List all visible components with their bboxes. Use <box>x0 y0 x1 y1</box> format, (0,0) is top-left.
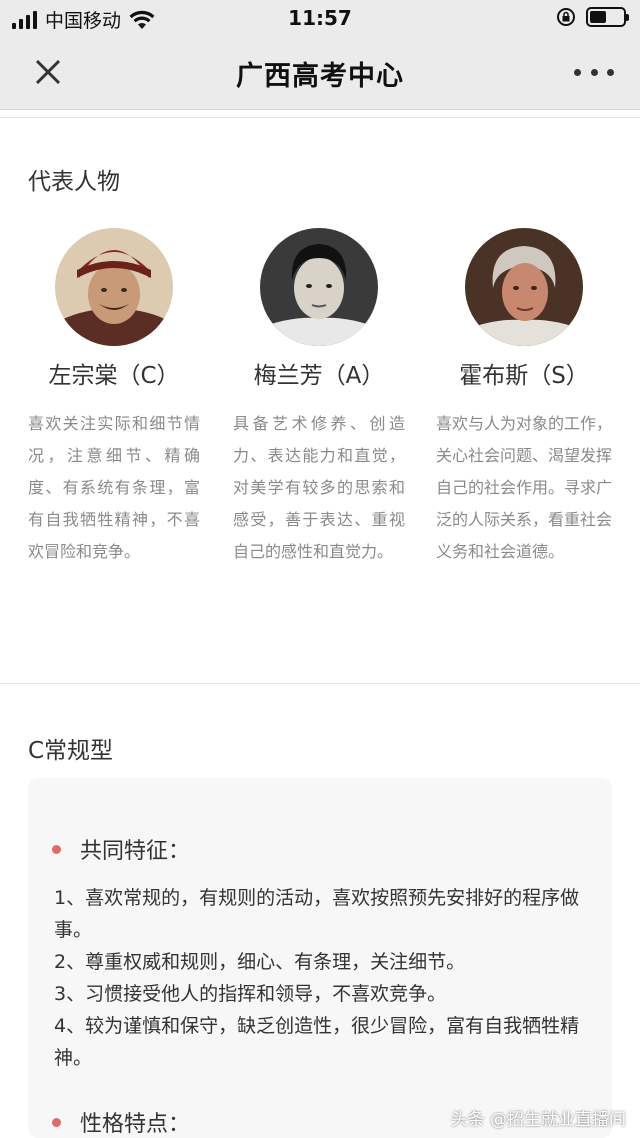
more-dot <box>607 68 614 76</box>
trait-list: 1、喜欢常规的，有规则的活动，喜欢按照预先安排好的程序做事。 2、尊重权威和规则… <box>54 882 584 1074</box>
person-name: 霍布斯（S） <box>459 363 589 389</box>
bullet-dot-icon <box>52 1117 61 1127</box>
heading-common-traits: 共同特征： <box>80 839 191 864</box>
more-dot <box>590 68 598 76</box>
divider <box>0 117 640 118</box>
list-item: 4、较为谨慎和保守，缺乏创造性，很少冒险，富有自我牺牲精神。 <box>54 1015 580 1069</box>
rotation-lock-icon <box>557 8 575 26</box>
list-item: 3、习惯接受他人的指挥和领导，不喜欢竞争。 <box>54 983 447 1005</box>
portrait-mei-lanfang <box>260 228 378 346</box>
battery-level <box>590 11 606 23</box>
heading-personality: 性格特点： <box>80 1112 191 1137</box>
page-title: 广西高考中心 <box>236 61 404 92</box>
status-bar: 中国移动 11:57 <box>0 0 640 36</box>
person-card: 左宗棠（C） 喜欢关注实际和细节情况，注意细节、精确度、有系统有条理，富有自我牺… <box>16 228 212 568</box>
person-card: 霍布斯（S） 喜欢与人为对象的工作，关心社会问题、渴望发挥自己的社会作用。寻求广… <box>426 228 622 568</box>
divider <box>0 683 640 684</box>
person-name: 左宗棠（C） <box>48 363 180 389</box>
nav-bar: 广西高考中心 <box>0 36 640 110</box>
person-name: 梅兰芳（A） <box>253 363 385 389</box>
section-title-people: 代表人物 <box>28 169 120 195</box>
bullet-dot-icon <box>52 844 61 854</box>
portrait-hobbes <box>465 228 583 346</box>
person-desc: 喜欢关注实际和细节情况，注意细节、精确度、有系统有条理，富有自我牺牲精神，不喜欢… <box>28 414 200 561</box>
watermark: 头条 @招生就业直播间 <box>450 1110 626 1130</box>
list-item: 1、喜欢常规的，有规则的活动，喜欢按照预先安排好的程序做事。 <box>54 887 580 941</box>
person-desc: 喜欢与人为对象的工作，关心社会问题、渴望发挥自己的社会作用。寻求广泛的人际关系，… <box>436 414 613 561</box>
battery-icon <box>586 7 629 27</box>
bullet-heading: 共同特征： <box>52 833 190 865</box>
portrait-zuo-zongtang <box>55 228 173 346</box>
more-button[interactable] <box>574 60 614 84</box>
section-title-c-type: C常规型 <box>28 738 114 764</box>
bullet-heading: 性格特点： <box>52 1106 190 1138</box>
list-item: 2、尊重权威和规则，细心、有条理，关注细节。 <box>54 951 466 973</box>
more-dot <box>574 68 581 76</box>
trait-card: 共同特征： 1、喜欢常规的，有规则的活动，喜欢按照预先安排好的程序做事。 2、尊… <box>28 778 612 1138</box>
status-time: 11:57 <box>288 6 352 30</box>
person-desc: 具备艺术修养、创造力、表达能力和直觉，对美学有较多的思索和感受，善于表达、重视自… <box>233 414 405 561</box>
person-card: 梅兰芳（A） 具备艺术修养、创造力、表达能力和直觉，对美学有较多的思索和感受，善… <box>221 228 417 568</box>
